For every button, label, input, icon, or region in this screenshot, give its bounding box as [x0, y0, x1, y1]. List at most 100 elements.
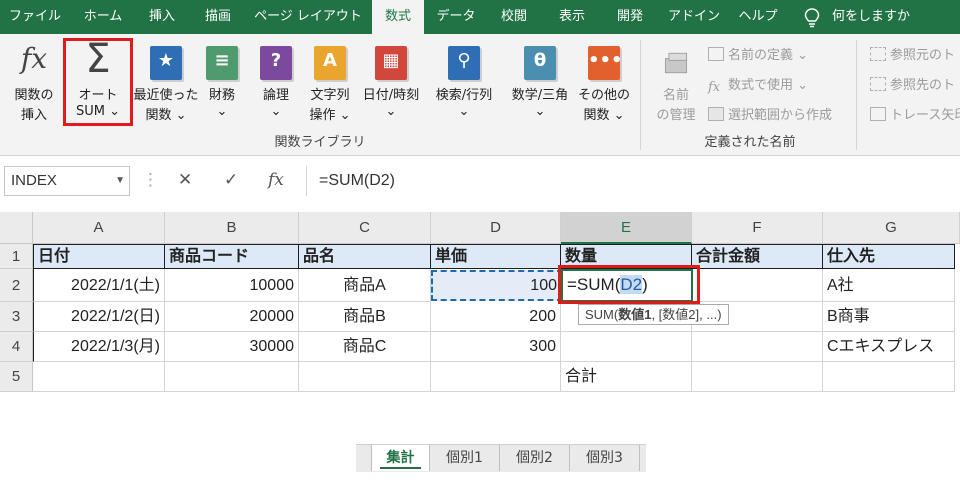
row-header-4[interactable]: 4 — [0, 332, 33, 362]
chevron-down-icon[interactable]: ▼ — [115, 167, 125, 195]
total-label-cell[interactable]: 合計 — [561, 362, 692, 392]
table-header-cell[interactable]: 商品コード — [165, 244, 299, 269]
table-cell[interactable] — [692, 269, 823, 302]
text-label-2: 操作 ⌄ — [309, 108, 351, 123]
formula-input[interactable]: =SUM(D2) — [306, 166, 960, 196]
table-header-cell[interactable]: 日付 — [33, 244, 165, 269]
sheet-tab-individual-2[interactable]: 個別2 — [500, 445, 570, 471]
table-header-cell[interactable]: 仕入先 — [823, 244, 955, 269]
table-cell[interactable] — [33, 362, 165, 392]
table-cell[interactable] — [561, 332, 692, 362]
function-argument-tooltip[interactable]: SUM(数値1, [数値2], ...) — [578, 304, 729, 325]
sheet-tab-individual-3[interactable]: 個別3 — [570, 445, 640, 471]
define-name-button[interactable]: 名前の定義 ⌄ — [708, 44, 808, 63]
row-header-3[interactable]: 3 — [0, 302, 33, 332]
tab-view[interactable]: 表示 — [544, 0, 600, 34]
table-cell[interactable]: B商事 — [823, 302, 955, 332]
math-trig-button[interactable]: θ 数学/三角 ⌄ — [502, 34, 578, 126]
logical-label: 論理 — [262, 88, 289, 103]
tag-icon — [708, 47, 724, 61]
column-header-b[interactable]: B — [165, 212, 299, 244]
use-in-formula-button[interactable]: fx 数式で使用 ⌄ — [708, 74, 808, 95]
table-cell[interactable]: 2022/1/1(土) — [33, 269, 165, 302]
sheet-tab-summary[interactable]: 集計 — [372, 445, 430, 471]
enter-check-icon[interactable]: ✓ — [224, 170, 238, 190]
table-cell[interactable]: 300 — [431, 332, 561, 362]
table-cell[interactable]: 2022/1/2(日) — [33, 302, 165, 332]
column-header-c[interactable]: C — [299, 212, 431, 244]
row-header-2[interactable]: 2 — [0, 269, 33, 302]
trace-dependents-button[interactable]: 参照先のト — [870, 74, 955, 93]
trace-dependents-label: 参照先のト — [890, 78, 956, 93]
select-all-corner[interactable] — [0, 212, 33, 244]
tooltip-function: SUM( — [585, 307, 619, 322]
name-box[interactable]: INDEX ▼ — [4, 166, 130, 196]
column-header-g[interactable]: G — [823, 212, 960, 244]
lookup-button[interactable]: ⚲ 検索/行列 ⌄ — [428, 34, 500, 126]
create-from-selection-button[interactable]: 選択範囲から作成 — [708, 104, 832, 123]
date-time-button[interactable]: ▦ 日付/時刻 ⌄ — [356, 34, 426, 126]
table-cell[interactable]: 10000 — [165, 269, 299, 302]
financial-label: 財務 — [208, 88, 235, 103]
tab-insert[interactable]: 挿入 — [136, 0, 188, 34]
tell-me-search[interactable]: 何をしますか — [832, 0, 922, 34]
table-cell[interactable] — [165, 362, 299, 392]
logical-button[interactable]: ? 論理 ⌄ — [254, 34, 298, 126]
column-header-d[interactable]: D — [431, 212, 561, 244]
fx-icon: fx — [20, 42, 48, 75]
table-cell[interactable]: 2022/1/3(月) — [33, 332, 165, 362]
text-button[interactable]: A 文字列 操作 ⌄ — [302, 34, 358, 126]
table-header-cell[interactable]: 品名 — [299, 244, 431, 269]
more-functions-button[interactable]: ••• その他の 関数 ⌄ — [574, 34, 634, 126]
table-cell[interactable] — [692, 332, 823, 362]
tab-developer[interactable]: 開発 — [602, 0, 658, 34]
insert-function-fx-icon[interactable]: fx — [268, 170, 284, 190]
table-cell[interactable]: Cエキスプレス — [823, 332, 955, 362]
table-cell[interactable]: 200 — [431, 302, 561, 332]
table-cell[interactable] — [431, 362, 561, 392]
tab-help[interactable]: ヘルプ — [730, 0, 786, 34]
table-cell[interactable]: 100 — [431, 269, 561, 302]
table-header-cell[interactable]: 合計金額 — [692, 244, 823, 269]
calendar-book-icon: ▦ — [375, 46, 407, 80]
group-separator-2 — [856, 40, 857, 150]
remove-arrows-button[interactable]: トレース矢印 — [870, 104, 960, 123]
lightbulb-icon[interactable] — [803, 8, 821, 28]
tab-page-layout[interactable]: ページ レイアウト — [248, 0, 368, 34]
trace-precedents-icon — [870, 47, 886, 61]
group-separator — [640, 40, 641, 150]
tab-draw[interactable]: 描画 — [190, 0, 246, 34]
table-cell[interactable]: A社 — [823, 269, 955, 302]
tab-home[interactable]: ホーム — [72, 0, 134, 34]
table-header-cell[interactable]: 単価 — [431, 244, 561, 269]
table-cell[interactable]: 商品C — [299, 332, 431, 362]
table-cell[interactable]: 20000 — [165, 302, 299, 332]
tooltip-rest: , [数値2], ...) — [651, 307, 722, 322]
table-cell[interactable] — [823, 362, 955, 392]
table-cell[interactable] — [299, 362, 431, 392]
financial-button[interactable]: ≡ 財務 ⌄ — [200, 34, 244, 126]
table-cell[interactable]: 商品A — [299, 269, 431, 302]
insert-function-button[interactable]: fx 関数の 挿入 — [6, 34, 62, 126]
column-header-f[interactable]: F — [692, 212, 823, 244]
row-header-1[interactable]: 1 — [0, 244, 33, 269]
row-header-5[interactable]: 5 — [0, 362, 33, 392]
table-cell[interactable]: 30000 — [165, 332, 299, 362]
recently-used-button[interactable]: ★ 最近使った 関数 ⌄ — [130, 34, 202, 126]
column-header-e[interactable]: E — [561, 212, 692, 244]
tab-review[interactable]: 校閲 — [486, 0, 542, 34]
column-header-a[interactable]: A — [33, 212, 165, 244]
tab-file[interactable]: ファイル — [0, 0, 70, 34]
financial-label-2: ⌄ — [216, 104, 228, 119]
tab-data[interactable]: データ — [428, 0, 484, 34]
tab-formulas[interactable]: 数式 — [372, 0, 424, 36]
table-cell[interactable]: 商品B — [299, 302, 431, 332]
trace-precedents-button[interactable]: 参照元のト — [870, 44, 955, 63]
table-cell[interactable] — [692, 362, 823, 392]
cancel-icon[interactable]: ✕ — [178, 170, 192, 190]
sheet-tab-individual-1[interactable]: 個別1 — [430, 445, 500, 471]
tab-addins[interactable]: アドイン — [660, 0, 728, 34]
sheet-tab-strip: 集計 個別1 個別2 個別3 — [356, 444, 646, 472]
name-manager-button[interactable]: 名前 の管理 — [646, 34, 706, 126]
define-name-label: 名前の定義 ⌄ — [728, 48, 809, 63]
